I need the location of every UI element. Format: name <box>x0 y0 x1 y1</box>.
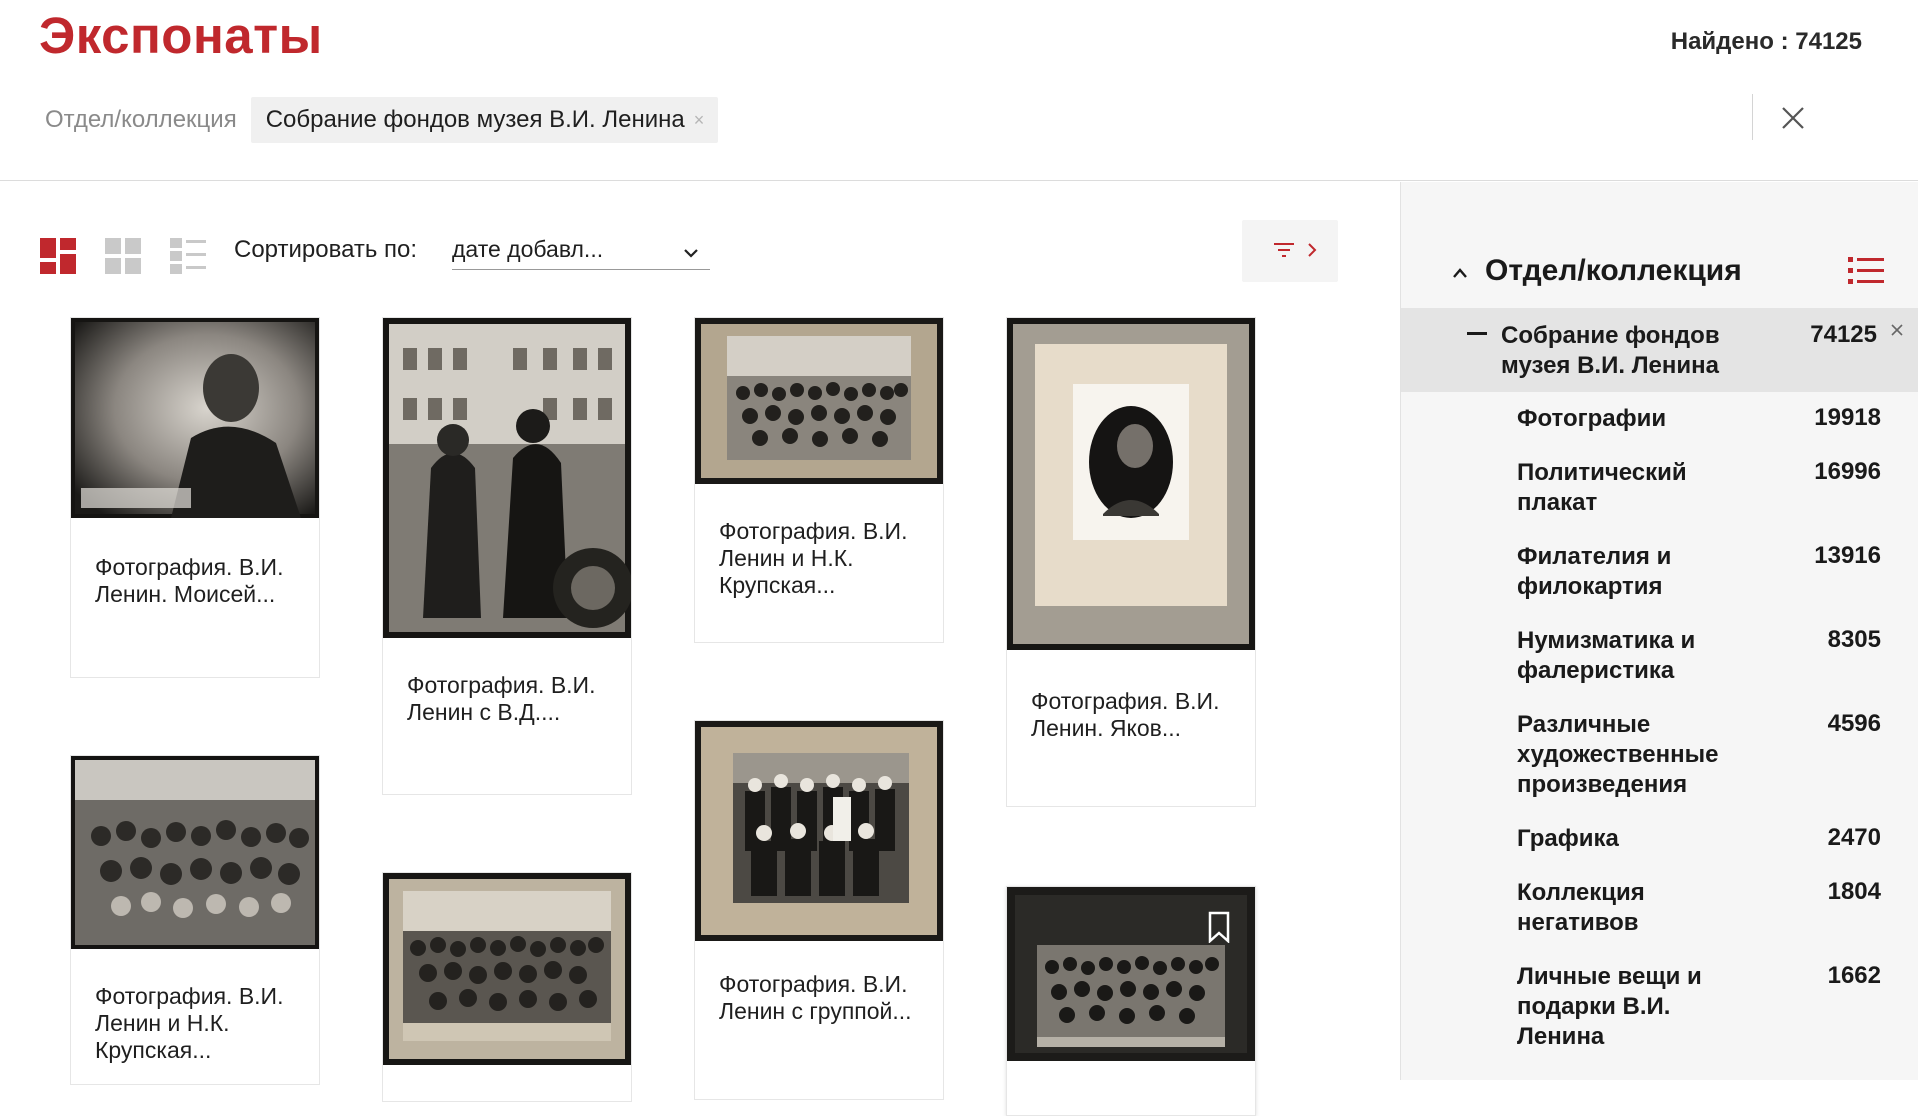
filter-chip[interactable]: Собрание фондов музея В.И. Ленина × <box>250 97 719 143</box>
grid-masonry-icon[interactable] <box>40 238 76 274</box>
sidebar-item-label: Личные вещи и подарки В.И. Ленина <box>1517 963 1702 1050</box>
sidebar-title: Отдел/коллекция <box>1485 254 1742 287</box>
sidebar-item[interactable]: Нумизматика и фалеристика 8305 <box>1401 626 1918 686</box>
exhibit-photo <box>71 756 319 949</box>
filter-sidebar: Отдел/коллекция Собрание фондов музея В.… <box>1400 182 1918 1080</box>
exhibit-photo <box>1007 318 1255 650</box>
exhibit-photo <box>695 318 943 484</box>
sidebar-item[interactable]: Различные художественные произведения 45… <box>1401 710 1918 800</box>
exhibit-card[interactable]: Фотография. В.И. Ленин с В.Д.... <box>382 317 632 795</box>
sidebar-item[interactable]: Коллекция негативов 1804 <box>1401 878 1918 938</box>
sidebar-item-count: 8305 <box>1827 626 1881 653</box>
chip-close-icon[interactable]: × <box>694 110 705 131</box>
sidebar-item[interactable]: Личные вещи и подарки В.И. Ленина 1662 <box>1401 962 1918 1052</box>
sidebar-item-count: 2470 <box>1827 824 1881 851</box>
exhibit-card[interactable]: Фотография. В.И. Ленин с группой... <box>694 720 944 1100</box>
sort-value: дате добавл... <box>452 236 604 262</box>
close-icon[interactable] <box>1889 322 1905 338</box>
grid-tiles-icon[interactable] <box>105 238 141 274</box>
bookmark-icon[interactable] <box>1207 911 1231 943</box>
sidebar-item[interactable]: Политический плакат 16996 <box>1401 458 1918 518</box>
filter-label: Отдел/коллекция <box>45 106 237 133</box>
sidebar-item-count: 4596 <box>1827 710 1881 737</box>
sidebar-item[interactable]: Фотографии 19918 <box>1401 404 1918 434</box>
exhibit-card[interactable]: Фотография. В.И. Ленин. Моисей... <box>70 317 320 678</box>
sidebar-item-count: 1804 <box>1827 878 1881 905</box>
sidebar-item-label: Графика <box>1517 825 1619 852</box>
header-divider <box>1752 94 1753 140</box>
sidebar-item-count: 74125 <box>1810 321 1877 348</box>
chevron-right-icon <box>1308 243 1317 257</box>
exhibit-caption: Фотография. В.И. Ленин и Н.К. Крупская..… <box>95 983 284 1063</box>
sidebar-item-selected[interactable]: Собрание фондов музея В.И. Ленина 74125 <box>1401 308 1918 392</box>
sidebar-item-label: Политический плакат <box>1517 459 1687 516</box>
active-filters: Отдел/коллекция Собрание фондов музея В.… <box>45 97 719 143</box>
sidebar-item[interactable]: Филателия и филокартия 13916 <box>1401 542 1918 602</box>
toolbar: Сортировать по: дате добавл... <box>0 220 1400 300</box>
sidebar-item-label: Фотографии <box>1517 405 1667 432</box>
collapse-dash-icon[interactable] <box>1467 332 1487 335</box>
exhibit-photo <box>71 318 319 518</box>
filter-toggle-button[interactable] <box>1242 220 1338 282</box>
sidebar-item-count: 16996 <box>1814 458 1881 485</box>
sidebar-item-label: Собрание фондов музея В.И. Ленина <box>1501 322 1720 379</box>
exhibit-card[interactable]: Фотография. В.И. Ленин и Н.К. Крупская..… <box>694 317 944 643</box>
filter-chip-label: Собрание фондов музея В.И. Ленина <box>265 106 685 133</box>
results-count: Найдено : 74125 <box>1670 28 1862 55</box>
page-title: Экспонаты <box>39 7 323 64</box>
sidebar-item-label: Коллекция негативов <box>1517 879 1645 936</box>
exhibit-caption: Фотография. В.И. Ленин с группой... <box>719 971 912 1024</box>
chevron-up-icon[interactable] <box>1451 266 1469 280</box>
exhibit-caption: Фотография. В.И. Ленин с В.Д.... <box>407 672 596 725</box>
sidebar-item-label: Различные художественные произведения <box>1517 711 1719 798</box>
sidebar-item-count: 19918 <box>1814 404 1881 431</box>
list-view-icon[interactable] <box>170 238 206 274</box>
exhibit-caption: Фотография. В.И. Ленин. Яков... <box>1031 688 1220 741</box>
exhibit-photo <box>695 721 943 941</box>
sidebar-item-count: 1662 <box>1827 962 1881 989</box>
exhibit-photo <box>383 873 631 1065</box>
sort-dropdown[interactable]: дате добавл... <box>452 234 710 270</box>
chevron-down-icon <box>684 249 698 258</box>
exhibit-caption: Фотография. В.И. Ленин и Н.К. Крупская..… <box>719 518 908 598</box>
close-icon[interactable] <box>1778 100 1808 136</box>
exhibit-card[interactable]: Фотография. В.И. Ленин. Яков... <box>1006 317 1256 807</box>
page-header: Экспонаты Найдено : 74125 Отдел/коллекци… <box>0 0 1918 181</box>
exhibit-caption: Фотография. В.И. Ленин. Моисей... <box>95 554 284 607</box>
sort-label: Сортировать по: <box>234 236 418 263</box>
sidebar-item-label: Нумизматика и фалеристика <box>1517 627 1696 684</box>
exhibit-card[interactable] <box>382 872 632 1102</box>
exhibit-card[interactable]: Фотография. В.И. Ленин и Н.К. Крупская..… <box>70 755 320 1085</box>
sidebar-item-count: 13916 <box>1814 542 1881 569</box>
sidebar-item-label: Филателия и филокартия <box>1517 543 1672 600</box>
exhibit-card[interactable] <box>1006 886 1256 1116</box>
sidebar-item[interactable]: Графика 2470 <box>1401 824 1918 854</box>
list-icon[interactable] <box>1848 256 1884 286</box>
filter-icon <box>1274 243 1294 257</box>
exhibit-photo <box>383 318 631 638</box>
